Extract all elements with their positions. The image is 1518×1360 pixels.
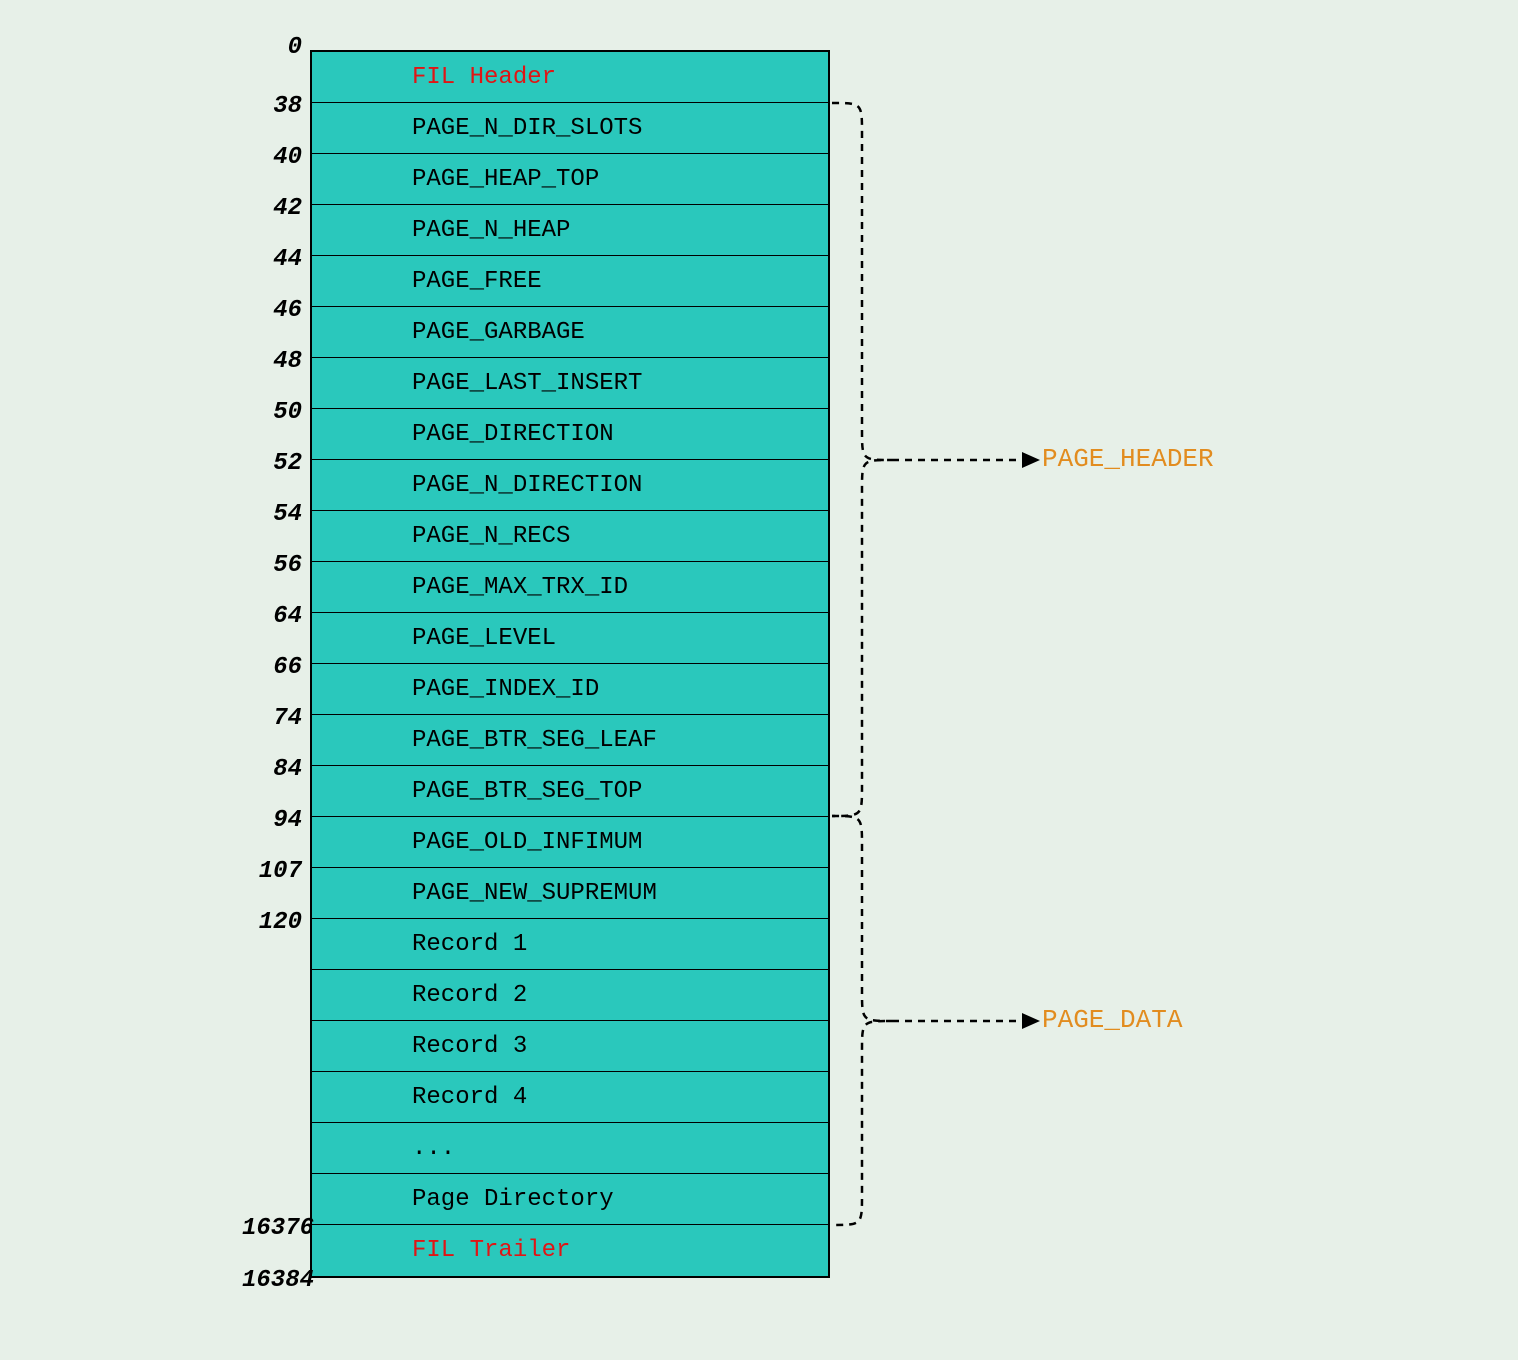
offset-label: 94 xyxy=(242,807,302,834)
row-fil-trailer: 16384 FIL Trailer xyxy=(312,1225,828,1276)
row-text: PAGE_OLD_INFIMUM xyxy=(412,829,642,856)
offset-label: 40 xyxy=(242,144,302,171)
label-page-header: PAGE_HEADER xyxy=(1042,444,1214,474)
row-ellipsis: ... xyxy=(312,1123,828,1174)
row-page-free: 46 PAGE_FREE xyxy=(312,256,828,307)
offset-label: 66 xyxy=(242,654,302,681)
offset-label: 50 xyxy=(242,399,302,426)
offset-label: 84 xyxy=(242,756,302,783)
row-page-level: 66 PAGE_LEVEL xyxy=(312,613,828,664)
row-text: PAGE_INDEX_ID xyxy=(412,676,599,703)
offset-label: 38 xyxy=(242,93,302,120)
row-text: PAGE_GARBAGE xyxy=(412,319,585,346)
offset-label: 0 xyxy=(242,34,302,61)
brace-page-data xyxy=(832,816,1062,1236)
row-text: PAGE_NEW_SUPREMUM xyxy=(412,880,657,907)
row-page-old-infimum: 107 PAGE_OLD_INFIMUM xyxy=(312,817,828,868)
row-text: PAGE_HEAP_TOP xyxy=(412,166,599,193)
row-text: ... xyxy=(412,1135,455,1162)
offset-label: 42 xyxy=(242,195,302,222)
offset-label: 16376 xyxy=(242,1215,302,1242)
row-page-direction: 52 PAGE_DIRECTION xyxy=(312,409,828,460)
row-text: Record 4 xyxy=(412,1084,527,1111)
row-text: PAGE_N_RECS xyxy=(412,523,570,550)
row-text: PAGE_FREE xyxy=(412,268,542,295)
label-page-data: PAGE_DATA xyxy=(1042,1005,1182,1035)
row-text: PAGE_N_DIRECTION xyxy=(412,472,642,499)
row-page-heap-top: 42 PAGE_HEAP_TOP xyxy=(312,154,828,205)
offset-label: 74 xyxy=(242,705,302,732)
row-page-n-direction: 54 PAGE_N_DIRECTION xyxy=(312,460,828,511)
page-layout-diagram: 0 38 FIL Header 40 PAGE_N_DIR_SLOTS 42 P… xyxy=(310,50,830,1278)
row-page-n-dir-slots: 40 PAGE_N_DIR_SLOTS xyxy=(312,103,828,154)
row-text: PAGE_LAST_INSERT xyxy=(412,370,642,397)
row-page-btr-seg-leaf: 84 PAGE_BTR_SEG_LEAF xyxy=(312,715,828,766)
row-text: PAGE_LEVEL xyxy=(412,625,556,652)
offset-label: 16384 xyxy=(242,1267,302,1294)
row-text: FIL Header xyxy=(412,64,556,91)
brace-page-header xyxy=(832,103,1062,823)
row-record-4: Record 4 xyxy=(312,1072,828,1123)
row-text: Record 2 xyxy=(412,982,527,1009)
row-page-index-id: 74 PAGE_INDEX_ID xyxy=(312,664,828,715)
row-text: PAGE_BTR_SEG_LEAF xyxy=(412,727,657,754)
offset-label: 44 xyxy=(242,246,302,273)
row-fil-header: 0 38 FIL Header xyxy=(312,52,828,103)
row-text: Record 3 xyxy=(412,1033,527,1060)
row-text: Page Directory xyxy=(412,1186,614,1213)
row-page-last-insert: 50 PAGE_LAST_INSERT xyxy=(312,358,828,409)
row-record-3: Record 3 xyxy=(312,1021,828,1072)
offset-label: 120 xyxy=(242,909,302,936)
offset-label: 46 xyxy=(242,297,302,324)
offset-label: 54 xyxy=(242,501,302,528)
row-page-max-trx-id: 64 PAGE_MAX_TRX_ID xyxy=(312,562,828,613)
offset-label: 64 xyxy=(242,603,302,630)
row-page-garbage: 48 PAGE_GARBAGE xyxy=(312,307,828,358)
row-text: PAGE_DIRECTION xyxy=(412,421,614,448)
row-page-directory: 16376 Page Directory xyxy=(312,1174,828,1225)
row-text: PAGE_N_HEAP xyxy=(412,217,570,244)
row-text: FIL Trailer xyxy=(412,1237,570,1264)
row-text: PAGE_MAX_TRX_ID xyxy=(412,574,628,601)
row-page-n-heap: 44 PAGE_N_HEAP xyxy=(312,205,828,256)
row-record-2: Record 2 xyxy=(312,970,828,1021)
row-record-1: Record 1 xyxy=(312,919,828,970)
offset-label: 107 xyxy=(242,858,302,885)
offset-label: 56 xyxy=(242,552,302,579)
offset-label: 52 xyxy=(242,450,302,477)
row-page-n-recs: 56 PAGE_N_RECS xyxy=(312,511,828,562)
row-text: PAGE_N_DIR_SLOTS xyxy=(412,115,642,142)
row-page-new-supremum: 120 PAGE_NEW_SUPREMUM xyxy=(312,868,828,919)
row-text: PAGE_BTR_SEG_TOP xyxy=(412,778,642,805)
offset-label: 48 xyxy=(242,348,302,375)
row-text: Record 1 xyxy=(412,931,527,958)
row-page-btr-seg-top: 94 PAGE_BTR_SEG_TOP xyxy=(312,766,828,817)
